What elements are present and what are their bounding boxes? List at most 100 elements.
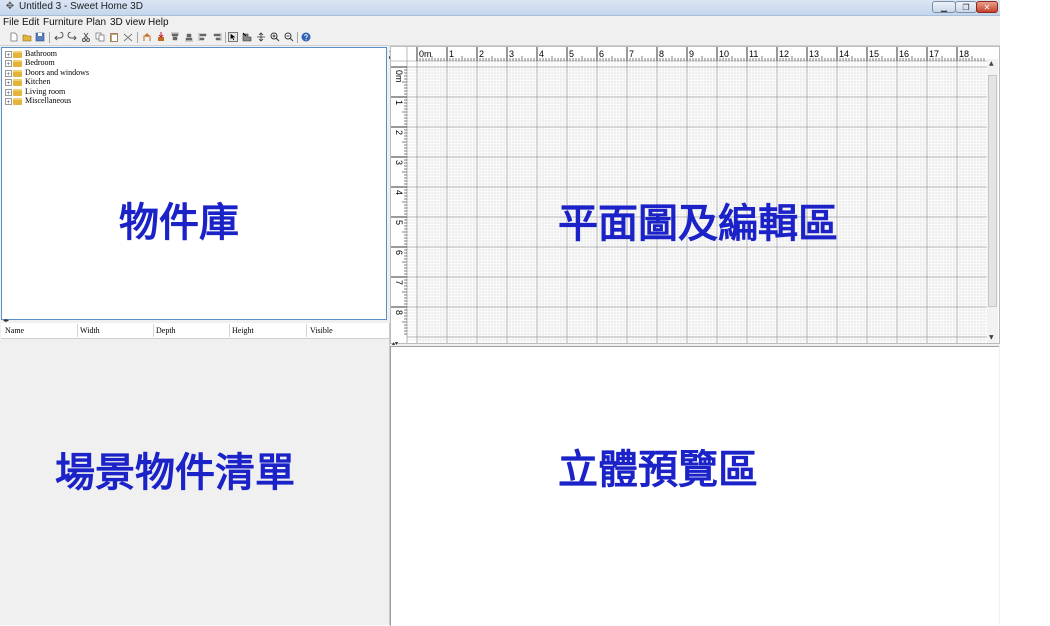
column-width[interactable]: Width [80,325,100,336]
menu-furniture[interactable]: Furniture [43,17,83,28]
ruler-label: 2 [479,49,484,59]
align-top-icon[interactable] [170,32,180,42]
help-icon[interactable] [301,32,311,42]
ruler-label: 9 [689,49,694,59]
maximize-button[interactable]: ❐ [955,1,977,13]
furniture-list-header: Name Width Depth Height Visible [1,323,389,339]
ruler-label: 5 [569,49,574,59]
select-mode-icon[interactable] [228,32,238,42]
create-walls-icon[interactable] [242,32,252,42]
copy-icon[interactable] [95,32,105,42]
scrollbar-thumb[interactable] [988,75,997,307]
menu-edit[interactable]: Edit [22,17,39,28]
plan-annotation: 平面圖及編輯區 [558,201,838,247]
column-visible[interactable]: Visible [310,325,333,336]
menu-bar: File Edit Furniture Plan 3D view Help [0,16,1000,29]
plan-editor[interactable]: 0m 1 2 3 4 5 6 7 8 9 10 11 12 13 14 15 16 17 18 0m 1 2 3 4 5 6 7 8 … [390,46,1000,344]
column-divider[interactable] [229,324,230,337]
column-name[interactable]: Name [5,325,24,336]
catalog-annotation: 物件庫 [119,200,239,246]
expand-icon[interactable]: + [5,97,12,105]
import-furniture-icon[interactable] [156,32,166,42]
menu-plan[interactable]: Plan [86,17,106,28]
column-divider[interactable] [153,324,154,337]
create-rooms-icon[interactable] [256,32,266,42]
align-left-icon[interactable] [198,32,208,42]
ruler-label: 12 [779,49,789,59]
ruler-label: 1 [394,100,404,105]
ruler-label: 13 [809,49,819,59]
furniture-list-annotation: 場景物件清單 [55,450,295,496]
align-bottom-icon[interactable] [184,32,194,42]
folder-icon [13,69,22,77]
plan-vertical-scrollbar[interactable]: ▲ ▼ [987,59,998,343]
ruler-label: 6 [599,49,604,59]
folder-icon [13,59,22,67]
expand-icon[interactable]: + [5,88,12,96]
ruler-label: 8 [394,310,404,315]
window-title: Untitled 3 - Sweet Home 3D [19,1,143,12]
plan-grid[interactable]: 0m 1 2 3 4 5 6 7 8 9 10 11 12 13 14 15 16 17 180m12345678 [391,47,987,343]
ruler-label: 14 [839,49,849,59]
column-divider[interactable] [77,324,78,337]
ruler-label: 15 [869,49,879,59]
redo-icon[interactable] [67,32,77,42]
catalog-category[interactable]: + Miscellaneous [5,96,71,106]
ruler-label: 6 [394,250,404,255]
expand-icon[interactable]: + [5,78,12,86]
ruler-label: 4 [394,190,404,195]
cut-icon[interactable] [81,32,91,42]
furniture-list[interactable]: Name Width Depth Height Visible 場景物件清單 [1,323,390,625]
scroll-up-icon[interactable]: ▲ [989,61,994,67]
ruler-label: 7 [394,280,404,285]
3d-view-annotation: 立體預覽區 [558,447,758,493]
expand-icon[interactable]: + [5,59,12,67]
expand-icon[interactable]: + [5,69,12,77]
save-icon[interactable] [35,32,45,42]
zoom-out-icon[interactable] [284,32,294,42]
scroll-down-icon[interactable]: ▼ [989,335,994,341]
toolbar-separator [49,32,50,43]
new-file-icon[interactable] [9,32,19,42]
column-height[interactable]: Height [232,325,254,336]
ruler-label: 3 [509,49,514,59]
minimize-button[interactable]: ▁ [932,1,956,13]
ruler-label: 0m [419,49,432,59]
3d-view[interactable]: 立體預覽區 [390,346,999,626]
open-file-icon[interactable] [22,32,32,42]
align-right-icon[interactable] [212,32,222,42]
furniture-catalog-tree[interactable]: + Bathroom + Bedroom + Doors and windows + K… [1,47,387,320]
column-divider[interactable] [306,324,307,337]
menu-file[interactable]: File [3,17,19,28]
ruler-label: 18 [959,49,969,59]
zoom-in-icon[interactable] [270,32,280,42]
folder-icon [13,78,22,86]
ruler-label: 10 [719,49,729,59]
catalog-category[interactable]: + Bedroom [5,58,55,68]
close-icon: ✕ [983,3,991,12]
menu-help[interactable]: Help [148,17,169,28]
paste-icon[interactable] [109,32,119,42]
toolbar-separator [137,32,138,43]
undo-icon[interactable] [54,32,64,42]
ruler-label: 2 [394,130,404,135]
add-furniture-icon[interactable] [142,32,152,42]
close-button[interactable]: ✕ [976,1,998,13]
expand-icon[interactable]: + [5,50,12,58]
ruler-label: 7 [629,49,634,59]
title-bar[interactable]: ✥ Untitled 3 - Sweet Home 3D ▁ ❐ ✕ [0,0,1000,16]
ruler-label: 8 [659,49,664,59]
app-window: ✥ Untitled 3 - Sweet Home 3D ▁ ❐ ✕ File … [0,0,1000,626]
delete-icon[interactable] [123,32,133,42]
ruler-label: 5 [394,220,404,225]
folder-icon [13,50,22,58]
minimize-icon: ▁ [940,3,948,12]
ruler-label: 3 [394,160,404,165]
folder-icon [13,97,22,105]
menu-3d-view[interactable]: 3D view [110,17,146,28]
ruler-label: 17 [929,49,939,59]
column-depth[interactable]: Depth [156,325,176,336]
toolbar-separator [225,32,226,43]
catalog-category[interactable]: + Kitchen [5,77,50,87]
ruler-label: 16 [899,49,909,59]
